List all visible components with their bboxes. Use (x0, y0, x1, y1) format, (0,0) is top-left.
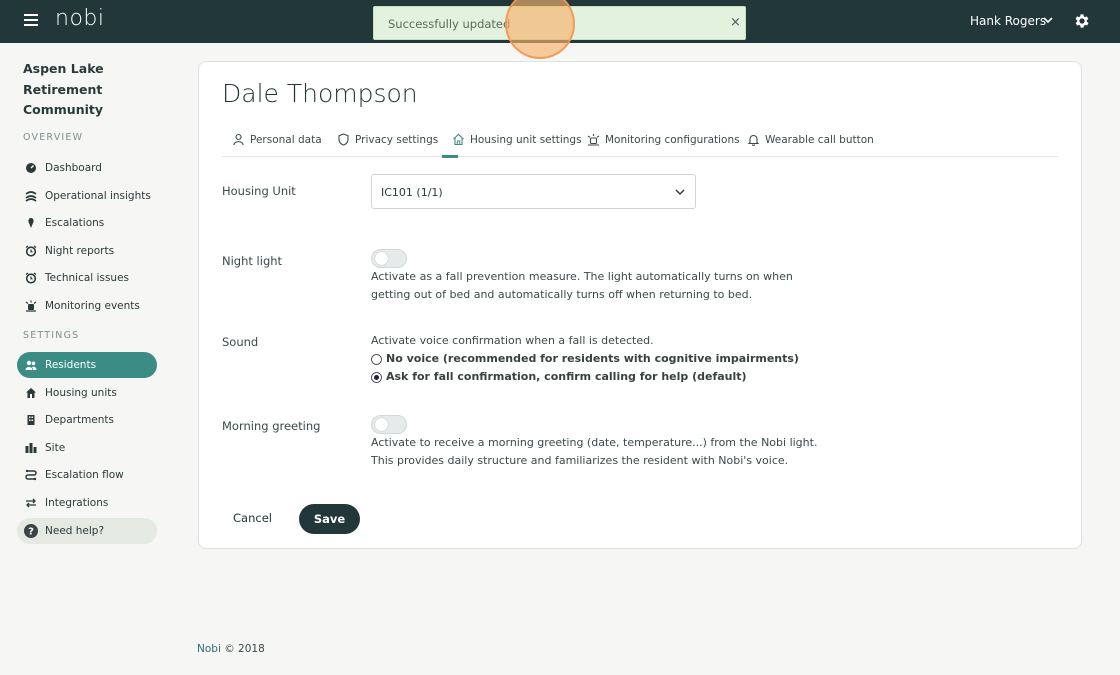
sound-label: Sound (222, 335, 259, 349)
swap-arrows-icon (26, 498, 36, 508)
morning-greeting-description-1: Activate to receive a morning greeting (… (371, 436, 818, 449)
sidebar-item-integrations[interactable]: Integrations (17, 490, 157, 516)
city-icon (25, 443, 37, 453)
toast-message: Successfully updated (388, 17, 511, 31)
need-help-button[interactable]: ? Need help? (17, 518, 157, 544)
cancel-button[interactable]: Cancel (233, 511, 272, 525)
home-icon (453, 133, 464, 146)
resident-settings-card: Dale Thompson Personal data Privacy sett… (198, 61, 1082, 549)
night-light-label: Night light (222, 254, 283, 268)
alarm-clock-icon (25, 272, 37, 284)
section-overview: OVERVIEW (23, 132, 84, 143)
night-light-toggle[interactable] (371, 249, 407, 268)
sidebar-item-escalation-flow[interactable]: Escalation flow (17, 462, 157, 488)
sidebar-item-dashboard[interactable]: Dashboard (17, 155, 157, 181)
sound-description: Activate voice confirmation when a fall … (371, 334, 654, 347)
save-button[interactable]: Save (299, 504, 360, 534)
morning-greeting-toggle[interactable] (371, 415, 407, 434)
close-icon[interactable]: × (730, 16, 741, 30)
sidebar-item-departments[interactable]: Departments (17, 407, 157, 433)
monitor-alert-icon (587, 134, 600, 146)
monitoring-icon (25, 300, 37, 312)
morning-greeting-description-2: This provides daily structure and famili… (371, 454, 789, 467)
section-settings: SETTINGS (23, 330, 80, 341)
sidebar-item-escalations[interactable]: Escalations (17, 210, 157, 236)
flow-icon (25, 469, 37, 481)
help-icon: ? (24, 524, 38, 538)
bell-icon (747, 134, 760, 146)
radio-button[interactable] (371, 354, 382, 365)
click-indicator (505, 0, 575, 59)
sidebar-item-technical-issues[interactable]: Technical issues (17, 265, 157, 291)
sidebar-item-operational-insights[interactable]: Operational insights (17, 183, 157, 209)
footer-copyright: © 2018 (224, 643, 265, 655)
page-title: Dale Thompson (222, 79, 418, 108)
night-light-description: Activate as a fall prevention measure. T… (371, 270, 793, 301)
community-name: Aspen Lake Retirement Community (23, 61, 104, 117)
housing-unit-value: IC101 (1/1) (381, 186, 443, 199)
dashboard-icon (26, 163, 36, 173)
app-logo[interactable]: nobi (55, 6, 104, 31)
house-icon (26, 388, 36, 398)
radio-button-checked[interactable] (371, 372, 382, 383)
morning-greeting-label: Morning greeting (222, 419, 321, 433)
sidebar-item-monitoring-events[interactable]: Monitoring events (17, 293, 157, 319)
escalation-pin-icon (28, 218, 34, 228)
svg-text:?: ? (28, 527, 34, 538)
alarm-clock-icon (25, 245, 37, 257)
shield-icon (338, 133, 349, 146)
person-icon (233, 133, 244, 146)
sidebar: Aspen Lake Retirement Community OVERVIEW… (0, 43, 175, 675)
insights-icon (25, 191, 37, 202)
sidebar-item-residents[interactable]: Residents (17, 352, 157, 378)
sidebar-item-housing-units[interactable]: Housing units (17, 380, 157, 406)
user-menu[interactable]: Hank Rogers (970, 14, 1046, 28)
chevron-down-icon (675, 189, 685, 195)
footer-brand-link[interactable]: Nobi (197, 643, 221, 655)
housing-unit-select[interactable]: IC101 (1/1) (371, 174, 696, 209)
gear-icon[interactable] (1073, 12, 1091, 30)
sidebar-item-night-reports[interactable]: Night reports (17, 238, 157, 264)
menu-icon[interactable] (24, 14, 38, 26)
tab-bar: Personal data Privacy settings Housing u… (222, 130, 1058, 158)
sidebar-item-site[interactable]: Site (17, 435, 157, 461)
building-icon (27, 415, 35, 425)
footer: Nobi © 2018 (197, 643, 265, 655)
housing-unit-label: Housing Unit (222, 184, 296, 198)
chevron-down-icon[interactable] (1042, 14, 1054, 26)
users-icon (25, 360, 37, 370)
